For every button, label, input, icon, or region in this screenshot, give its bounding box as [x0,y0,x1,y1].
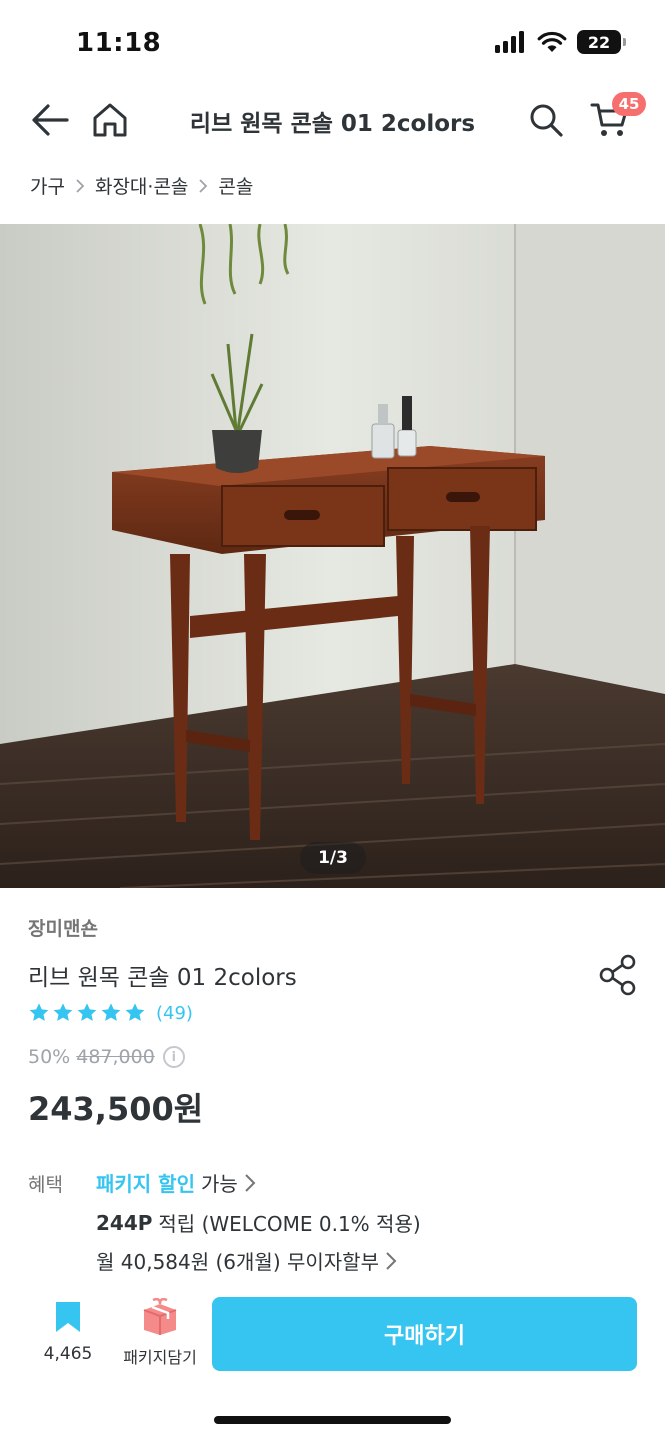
installment-row[interactable]: 월 40,584원 (6개월) 무이자할부 [96,1246,397,1275]
product-name: 리브 원목 콘솔 01 2colors [28,965,297,991]
breadcrumb: 가구 화장대·콘솔 콘솔 [30,172,253,199]
status-icons: 22 [495,30,626,54]
bookmark-icon [56,1302,80,1332]
points-amount: 244P [96,1210,153,1235]
status-bar: 11:18 22 [0,0,665,84]
top-nav: 리브 원목 콘솔 01 2colors 45 [0,84,665,156]
status-time: 11:18 [76,28,162,58]
product-image-carousel[interactable] [0,224,665,888]
star-icon [101,1003,121,1021]
discount-rate: 50% [28,1046,71,1068]
breadcrumb-item-console[interactable]: 콘솔 [218,172,253,199]
sale-price: 243,500원 [28,1090,204,1128]
chevron-right-icon [244,1173,256,1193]
review-count: (49) [156,1002,193,1024]
points-description: 적립 (WELCOME 0.1% 적용) [158,1212,421,1236]
star-icon [125,1003,145,1021]
wifi-icon [537,31,567,52]
cart-count-badge: 45 [612,92,646,116]
scrap-count: 4,465 [43,1344,93,1364]
cellular-signal-icon [495,31,524,53]
chevron-right-icon [385,1251,397,1271]
page-title: 리브 원목 콘솔 01 2colors [189,111,476,137]
home-button[interactable] [88,98,132,142]
share-icon [599,954,636,996]
price-row: 50% 487,000 i [28,1046,185,1068]
search-button[interactable] [524,98,568,142]
product-photo [0,224,665,888]
original-price: 487,000 [76,1046,155,1068]
scrap-button[interactable]: 4,465 [38,1300,98,1364]
breadcrumb-item-furniture[interactable]: 가구 [30,172,65,199]
bottom-action-bar: 4,465 패키지담기 구매하기 [0,1288,665,1388]
package-box-icon [143,1298,177,1335]
breadcrumb-item-vanity-console[interactable]: 화장대·콘솔 [95,172,188,199]
package-label: 패키지담기 [123,1348,197,1367]
back-button[interactable] [28,98,72,142]
chevron-right-icon [198,178,208,194]
brand-name[interactable]: 장미맨숀 [28,914,98,941]
info-icon[interactable]: i [162,1046,185,1068]
back-arrow-icon [32,104,69,136]
search-icon [530,104,563,137]
star-icon [29,1003,49,1021]
installment-text: 월 40,584원 (6개월) 무이자할부 [96,1250,379,1274]
package-discount-link[interactable]: 패키지 할인 [96,1168,195,1197]
star-icon [53,1003,73,1021]
points-row: 244P 적립 (WELCOME 0.1% 적용) [96,1208,421,1237]
share-button[interactable] [596,953,640,997]
star-rating [28,1002,146,1024]
rating[interactable]: (49) [28,1002,193,1024]
benefit-label: 혜택 [28,1174,63,1196]
star-icon [77,1003,97,1021]
home-indicator [214,1416,451,1424]
package-discount-suffix: 가능 [200,1172,238,1196]
home-icon [93,103,127,137]
battery-icon: 22 [577,30,626,54]
package-discount-row[interactable]: 패키지 할인 가능 [96,1168,256,1197]
chevron-right-icon [75,178,85,194]
image-counter: 1/3 [300,842,366,874]
add-to-package-button[interactable]: 패키지담기 [114,1298,206,1368]
buy-button[interactable]: 구매하기 [212,1297,637,1371]
